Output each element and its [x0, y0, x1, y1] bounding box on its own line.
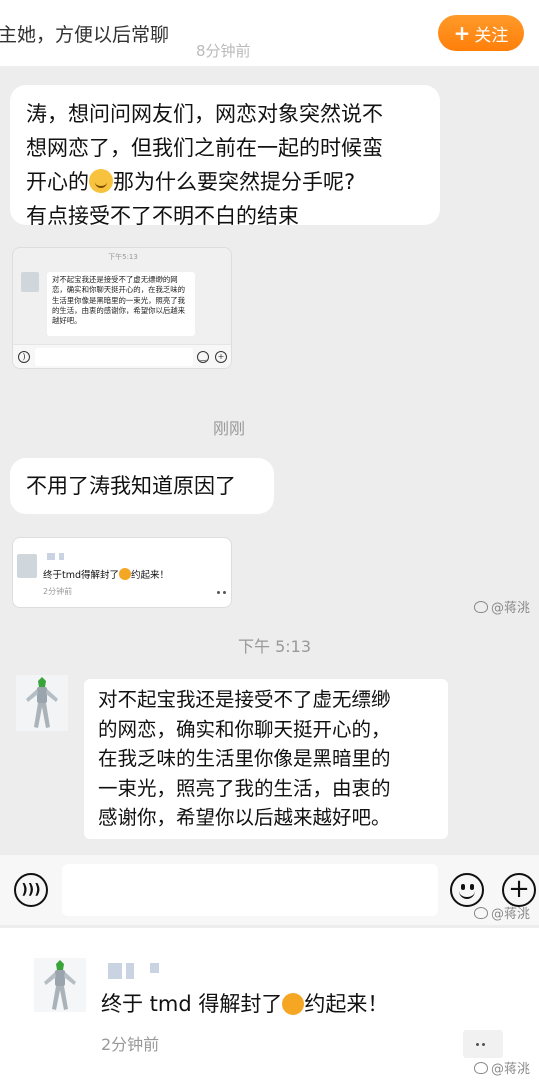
- robot-figure-icon: [34, 958, 86, 1012]
- more-button[interactable]: [463, 1030, 503, 1058]
- emoji-icon: [119, 568, 132, 580]
- avatar: [17, 554, 37, 578]
- plus-icon[interactable]: +: [502, 873, 536, 907]
- received-message-bubble[interactable]: 涛，想问问网友们，网恋对象突然说不 想网恋了，但我们之前在一起的时候蛮 开心的那…: [10, 85, 440, 228]
- timestamp: 刚刚: [213, 419, 246, 438]
- name-bar: [108, 963, 122, 979]
- follow-button[interactable]: + 关注: [438, 15, 524, 51]
- post-time: 2分钟前: [101, 1035, 160, 1054]
- screenshot-bubble: 对不起宝我还是接受不了虚无缥缈的网恋，确实和你聊天挺开心的，在我乏味的生活里你像…: [47, 272, 195, 336]
- sent-message-bubble[interactable]: 对不起宝我还是接受不了虚无缥缈 的网恋，确实和你聊天挺开心的， 在我乏味的生活里…: [84, 679, 448, 839]
- message-text: 那为什么要突然提分手呢?: [113, 170, 356, 194]
- follow-label: 关注: [474, 25, 509, 46]
- screenshot-input-field: [35, 348, 193, 366]
- name-bar: [126, 963, 134, 979]
- post-screenshot-image[interactable]: 终于tmd得解封了 约起来！ 2分钟前: [12, 537, 232, 608]
- header-text: 主她，方便以后常聊: [0, 24, 170, 46]
- message-line: 有点接受不了不明不白的结束: [26, 204, 299, 228]
- message-line: 想网恋了，但我们之前在一起的时候蛮: [26, 136, 383, 160]
- watermark-text: @蒋洮: [491, 601, 531, 616]
- watermark: @蒋洮: [474, 597, 530, 616]
- emoji-icon[interactable]: [450, 873, 484, 907]
- more-icon: [476, 1041, 490, 1047]
- watermark: @蒋洮: [474, 903, 530, 922]
- received-message-bubble[interactable]: 不用了涛我知道原因了: [10, 458, 274, 514]
- post-text: 终于tmd得解封了: [43, 570, 120, 581]
- watermark-text: @蒋洮: [491, 1062, 531, 1077]
- faded-timestamp: 8分钟前: [196, 42, 251, 60]
- post-text: 约起来！: [131, 570, 170, 581]
- emoji-icon: ‿: [197, 351, 209, 363]
- post-text-part: 终于 tmd 得解封了: [101, 992, 283, 1016]
- post-text-part: 约起来！: [304, 992, 389, 1016]
- avatar: [21, 272, 39, 292]
- message-line: 涛，想问问网友们，网恋对象突然说不: [26, 102, 383, 126]
- message-line: 一束光，照亮了我的生活，由衷的: [98, 776, 391, 800]
- avatar[interactable]: [34, 958, 86, 1012]
- screenshot-time: 下午5:13: [108, 253, 138, 261]
- message-line: 在我乏味的生活里你像是黑暗里的: [98, 747, 391, 771]
- timestamp: 下午 5:13: [238, 637, 312, 656]
- chat-screenshot-image[interactable]: 下午5:13 对不起宝我还是接受不了虚无缥缈的网恋，确实和你聊天挺开心的，在我乏…: [12, 247, 232, 369]
- weibo-logo-icon: [474, 1061, 488, 1074]
- name-bar: [150, 963, 159, 973]
- message-line: 对不起宝我还是接受不了虚无缥缈: [98, 688, 391, 711]
- robot-figure-icon: [16, 675, 68, 731]
- message-input[interactable]: [62, 864, 438, 916]
- voice-icon[interactable]: ))): [14, 873, 48, 907]
- post-text: 终于 tmd 得解封了 约起来！: [101, 988, 388, 1018]
- avatar[interactable]: [16, 675, 68, 731]
- watermark: @蒋洮: [474, 1058, 530, 1077]
- weibo-logo-icon: [474, 906, 488, 919]
- message-line: 开心的 那为什么要突然提分手呢?: [26, 165, 424, 199]
- plus-icon: +: [215, 351, 227, 363]
- sleepy-face-emoji-icon: [89, 169, 113, 193]
- message-line: 的网恋，确实和你聊天挺开心的，: [98, 717, 391, 741]
- name-bar: [59, 553, 64, 560]
- screenshot-post-text: 终于tmd得解封了 约起来！: [43, 567, 169, 581]
- emoji-icon: [282, 993, 305, 1015]
- name-bar: [47, 553, 55, 560]
- message-line: 感谢你，希望你以后越来越好吧。: [98, 806, 391, 830]
- watermark-text: @蒋洮: [491, 907, 531, 922]
- more-icon: [217, 589, 231, 595]
- weibo-logo-icon: [474, 600, 488, 613]
- screenshot-post-time: 2分钟前: [43, 587, 73, 596]
- voice-icon: ): [18, 351, 30, 363]
- message-text: 开心的: [26, 170, 89, 194]
- plus-icon: +: [453, 21, 471, 45]
